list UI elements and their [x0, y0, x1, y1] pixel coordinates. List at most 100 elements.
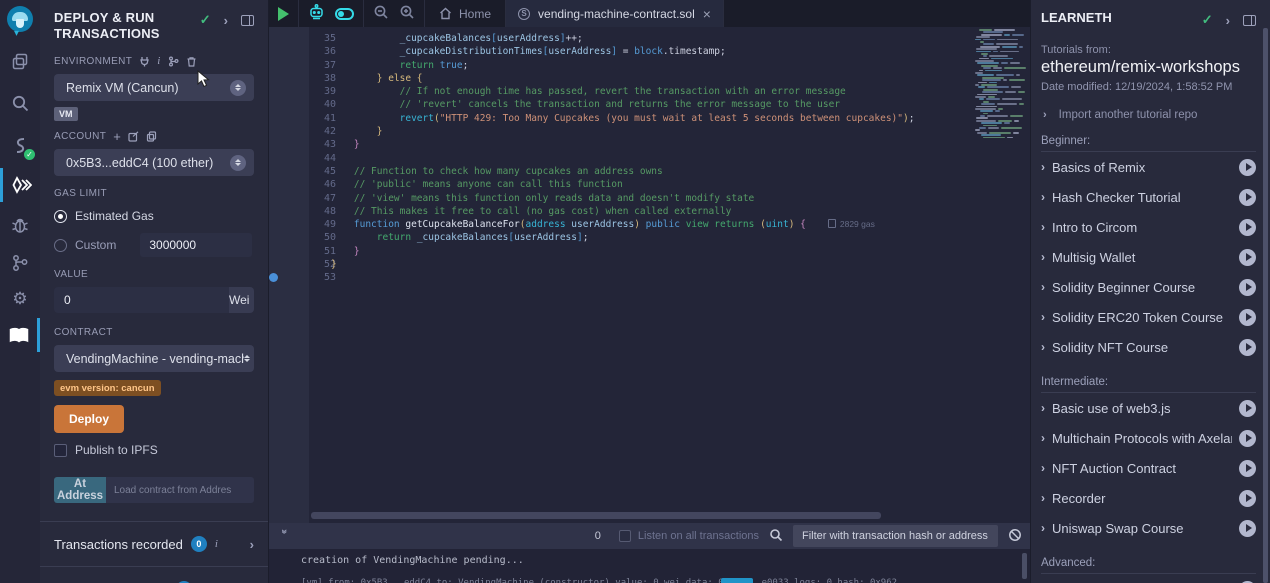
start-tutorial-play-button[interactable] [1239, 249, 1256, 266]
value-input[interactable] [54, 287, 229, 313]
deploy-button[interactable]: Deploy [54, 405, 124, 433]
estimated-gas-radio[interactable] [54, 210, 67, 223]
start-tutorial-play-button[interactable] [1239, 400, 1256, 417]
start-tutorial-play-button[interactable] [1239, 159, 1256, 176]
code-line[interactable]: } [309, 138, 1030, 151]
code-line[interactable]: _cupcakeDistributionTimes[userAddress] =… [309, 45, 1030, 58]
start-tutorial-play-button[interactable] [1239, 279, 1256, 296]
value-unit-select[interactable]: Wei [229, 287, 254, 313]
code-line[interactable]: return true; [309, 59, 1030, 72]
at-address-button[interactable]: At Address [54, 477, 106, 503]
tab-home[interactable]: Home [425, 0, 506, 27]
sidebar-item-debugger[interactable] [0, 208, 40, 242]
start-tutorial-play-button[interactable] [1239, 339, 1256, 356]
code-line[interactable]: } else { [309, 72, 1030, 85]
start-tutorial-play-button[interactable] [1239, 490, 1256, 507]
start-tutorial-play-button[interactable] [1239, 189, 1256, 206]
transactions-info-icon[interactable]: i [215, 538, 218, 550]
tutorial-item[interactable]: ›Hash Checker Tutorial [1041, 182, 1256, 212]
terminal-search-icon[interactable] [769, 528, 783, 545]
code-line[interactable]: // Function to check how many cupcakes a… [309, 165, 1030, 178]
tutorial-item[interactable]: ›Multichain Protocols with Axelar [1041, 423, 1256, 453]
clear-console-icon[interactable] [1008, 528, 1022, 545]
code-line[interactable]: } [309, 125, 1030, 138]
terminal-scrollbar[interactable] [1022, 553, 1027, 579]
tutorial-item[interactable]: ›Multisig Wallet [1041, 242, 1256, 272]
run-script-button[interactable] [278, 7, 289, 21]
code-line[interactable]: // This makes it free to call (no gas co… [309, 205, 1030, 218]
sidebar-item-deploy-run[interactable] [0, 168, 40, 202]
start-tutorial-play-button[interactable] [1239, 219, 1256, 236]
zoom-out-icon[interactable] [373, 4, 389, 23]
start-tutorial-play-button[interactable] [1239, 520, 1256, 537]
code-line[interactable]: // 'public' means anyone can call this f… [309, 178, 1030, 191]
sidebar-item-search[interactable] [0, 86, 40, 120]
listen-all-checkbox[interactable] [619, 530, 631, 542]
environment-select[interactable]: Remix VM (Cancun) [54, 74, 254, 101]
tutorial-item[interactable]: ›NFT Auction Contract [1041, 453, 1256, 483]
transaction-filter-input[interactable] [793, 525, 998, 547]
deployed-contracts-row[interactable]: Deployed Contracts 0 [40, 567, 268, 583]
transactions-recorded-row[interactable]: Transactions recorded 0 i › [40, 522, 268, 566]
custom-gas-radio[interactable] [54, 239, 67, 252]
code-line[interactable]: return _cupcakeBalances[userAddress]; [309, 231, 1030, 244]
start-tutorial-play-button[interactable] [1239, 309, 1256, 326]
sidebar-item-git[interactable] [0, 246, 40, 280]
edit-icon[interactable] [128, 131, 139, 142]
fork-icon[interactable] [168, 56, 179, 67]
tutorial-item[interactable]: ›All about Proxy Contracts [1041, 574, 1256, 583]
learneth-pin-icon[interactable] [1243, 15, 1256, 26]
environment-info-icon[interactable]: i [157, 55, 160, 67]
tutorial-item[interactable]: ›Basics of Remix [1041, 152, 1256, 182]
code-line[interactable] [309, 152, 1030, 165]
learneth-scrollbar[interactable] [1263, 28, 1268, 583]
code-line[interactable]: // 'revert' cancels the transaction and … [309, 98, 1030, 111]
at-address-input[interactable] [106, 477, 254, 503]
start-tutorial-play-button[interactable] [1239, 430, 1256, 447]
custom-gas-input[interactable] [140, 233, 252, 257]
sidebar-item-solidity-compiler[interactable]: ✓ [0, 128, 40, 162]
plug-icon[interactable] [139, 56, 150, 67]
tutorial-item[interactable]: ›Intro to Circom [1041, 212, 1256, 242]
publish-ipfs-checkbox[interactable] [54, 444, 67, 457]
collapse-terminal-icon[interactable]: ›› [278, 529, 290, 543]
horizontal-scrollbar[interactable] [311, 512, 881, 519]
account-select[interactable]: 0x5B3...eddC4 (100 ether) [54, 149, 254, 176]
remix-ai-icon[interactable] [308, 4, 325, 23]
debug-button-partial[interactable] [721, 578, 753, 583]
ai-toggle[interactable] [335, 8, 354, 20]
code-line[interactable]: function getCupcakeBalanceFor(address us… [309, 218, 1030, 231]
sidebar-item-file-explorer[interactable] [0, 44, 40, 78]
start-tutorial-play-button[interactable] [1239, 460, 1256, 477]
learneth-expand-icon[interactable]: › [1226, 13, 1230, 28]
code-line[interactable]: } [309, 258, 1030, 271]
panel-expand-icon[interactable]: › [224, 13, 228, 28]
tutorial-item[interactable]: ›Recorder [1041, 483, 1256, 513]
code-line[interactable]: // 'view' means this function only reads… [309, 192, 1030, 205]
code-line[interactable]: } [309, 245, 1030, 258]
code-line[interactable] [309, 271, 1030, 284]
chevron-right-icon[interactable]: › [250, 537, 254, 552]
close-tab-icon[interactable]: × [703, 8, 711, 20]
tutorial-item[interactable]: ›Solidity Beginner Course [1041, 272, 1256, 302]
breakpoint-dot[interactable] [269, 273, 278, 282]
zoom-in-icon[interactable] [399, 4, 415, 23]
sidebar-item-learneth[interactable] [0, 318, 40, 352]
add-account-icon[interactable]: + [113, 132, 121, 141]
tutorial-item[interactable]: ›Solidity ERC20 Token Course [1041, 302, 1256, 332]
editor-gutter[interactable]: 35363738394041424344454647484950515253 [269, 27, 309, 523]
contract-select[interactable]: VendingMachine - vending-machin [54, 345, 254, 372]
editor-minimap[interactable] [975, 29, 1030, 144]
copy-icon[interactable] [146, 131, 157, 142]
trash-icon[interactable] [186, 56, 197, 67]
tab-active-file[interactable]: S vending-machine-contract.sol × [506, 0, 724, 27]
code-editor[interactable]: 35363738394041424344454647484950515253 _… [269, 27, 1030, 523]
tutorial-item[interactable]: ›Uniswap Swap Course [1041, 513, 1256, 543]
import-tutorial-repo[interactable]: › Import another tutorial repo [1041, 109, 1256, 121]
tutorial-item[interactable]: ›Solidity NFT Course [1041, 332, 1256, 362]
tutorial-item[interactable]: ›Basic use of web3.js [1041, 393, 1256, 423]
remix-logo[interactable] [0, 4, 40, 34]
code-line[interactable]: _cupcakeBalances[userAddress]++; [309, 32, 1030, 45]
sidebar-item-settings[interactable]: ⚙ [0, 282, 40, 316]
code-line[interactable]: revert("HTTP 429: Too Many Cupcakes (you… [309, 112, 1030, 125]
